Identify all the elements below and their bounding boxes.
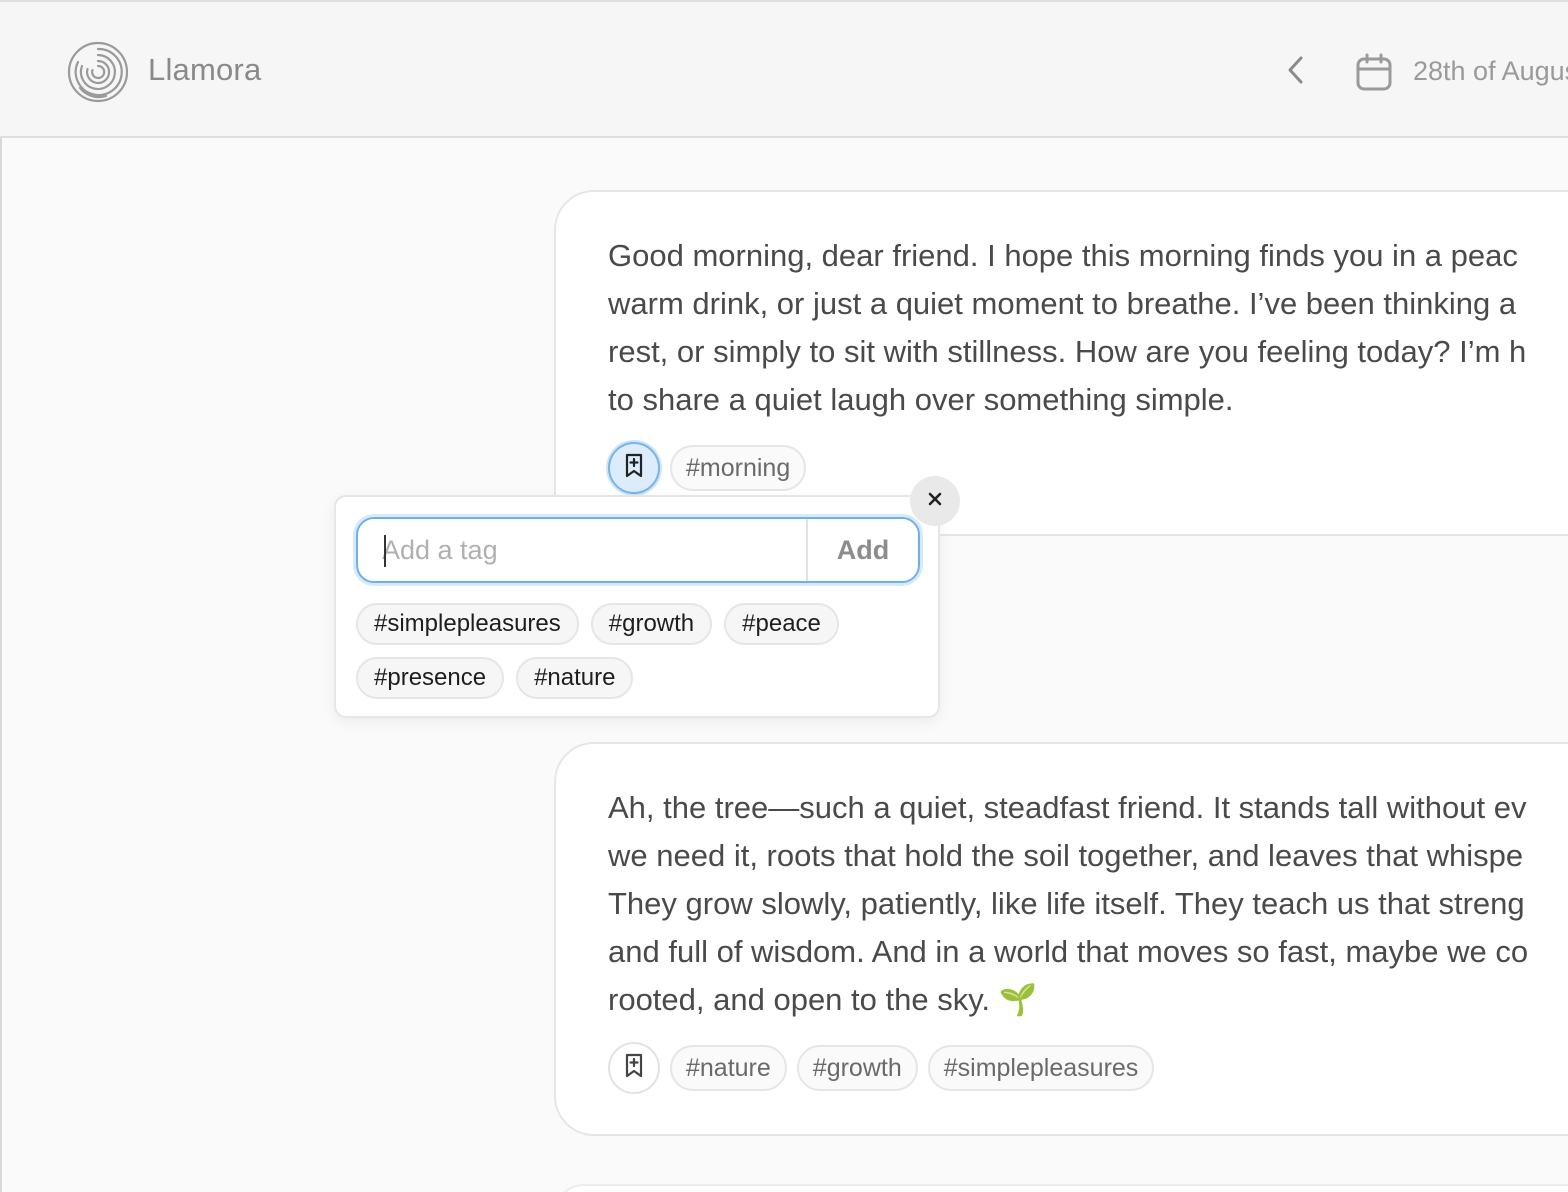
message-card: Good morning, dear friend. I hope this m… xyxy=(554,190,1568,536)
suggestion-chip[interactable]: #nature xyxy=(516,657,634,699)
tag-input-group: Add xyxy=(356,517,920,583)
tag-input[interactable] xyxy=(358,519,806,581)
message-tags: #morning xyxy=(608,442,807,494)
tag-popover: Add #simplepleasures #growth #peace #pre… xyxy=(334,495,940,718)
suggestion-chip[interactable]: #peace xyxy=(724,603,839,645)
message-card xyxy=(554,1184,1568,1192)
message-line: we need it, roots that hold the soil tog… xyxy=(608,838,1524,873)
tag-chip[interactable]: #simplepleasures xyxy=(927,1045,1155,1091)
message-text: Good morning, dear friend. I hope this m… xyxy=(608,232,1568,424)
suggestion-chip[interactable]: #presence xyxy=(356,657,505,699)
date-label[interactable]: 28th of August xyxy=(1413,56,1568,87)
tag-chip[interactable]: #nature xyxy=(670,1045,787,1091)
message-line: They grow slowly, patiently, like life i… xyxy=(608,886,1525,921)
message-line: Good morning, dear friend. I hope this m… xyxy=(608,238,1518,273)
text-caret xyxy=(384,535,386,567)
message-line: rooted, and open to the sky. 🌱 xyxy=(608,982,1038,1017)
previous-day-button[interactable] xyxy=(1278,52,1314,92)
fingerprint-logo-icon xyxy=(66,40,130,104)
chevron-left-icon xyxy=(1285,54,1307,91)
add-tag-button[interactable] xyxy=(608,1042,660,1094)
message-card: Ah, the tree—such a quiet, steadfast fri… xyxy=(554,742,1568,1136)
tag-suggestions: #simplepleasures #growth #peace xyxy=(356,603,839,645)
message-line: warm drink, or just a quiet moment to br… xyxy=(608,286,1517,321)
app-window: Llamora 28th of August Good morning, dea… xyxy=(0,0,1568,1192)
message-line: Ah, the tree—such a quiet, steadfast fri… xyxy=(608,790,1527,825)
add-tag-submit-button[interactable]: Add xyxy=(806,519,918,581)
suggestion-chip[interactable]: #simplepleasures xyxy=(356,603,579,645)
top-header: Llamora 28th of August xyxy=(0,0,1568,138)
tag-chip[interactable]: #morning xyxy=(670,445,807,491)
message-text: Ah, the tree—such a quiet, steadfast fri… xyxy=(608,784,1568,1024)
tag-chip[interactable]: #growth xyxy=(796,1045,918,1091)
close-icon xyxy=(927,491,943,512)
calendar-icon[interactable] xyxy=(1354,52,1394,92)
tag-suggestions: #presence #nature xyxy=(356,657,634,699)
app-title: Llamora xyxy=(148,52,262,87)
message-line: and full of wisdom. And in a world that … xyxy=(608,934,1529,969)
message-line: rest, or simply to sit with stillness. H… xyxy=(608,334,1527,369)
bookmark-plus-icon xyxy=(623,1053,645,1084)
bookmark-plus-icon xyxy=(623,453,645,484)
message-tags: #nature #growth #simplepleasures xyxy=(608,1042,1155,1094)
message-line: to share a quiet laugh over something si… xyxy=(608,382,1234,417)
close-popover-button[interactable] xyxy=(910,476,960,526)
add-tag-button[interactable] xyxy=(608,442,660,494)
suggestion-chip[interactable]: #growth xyxy=(590,603,713,645)
